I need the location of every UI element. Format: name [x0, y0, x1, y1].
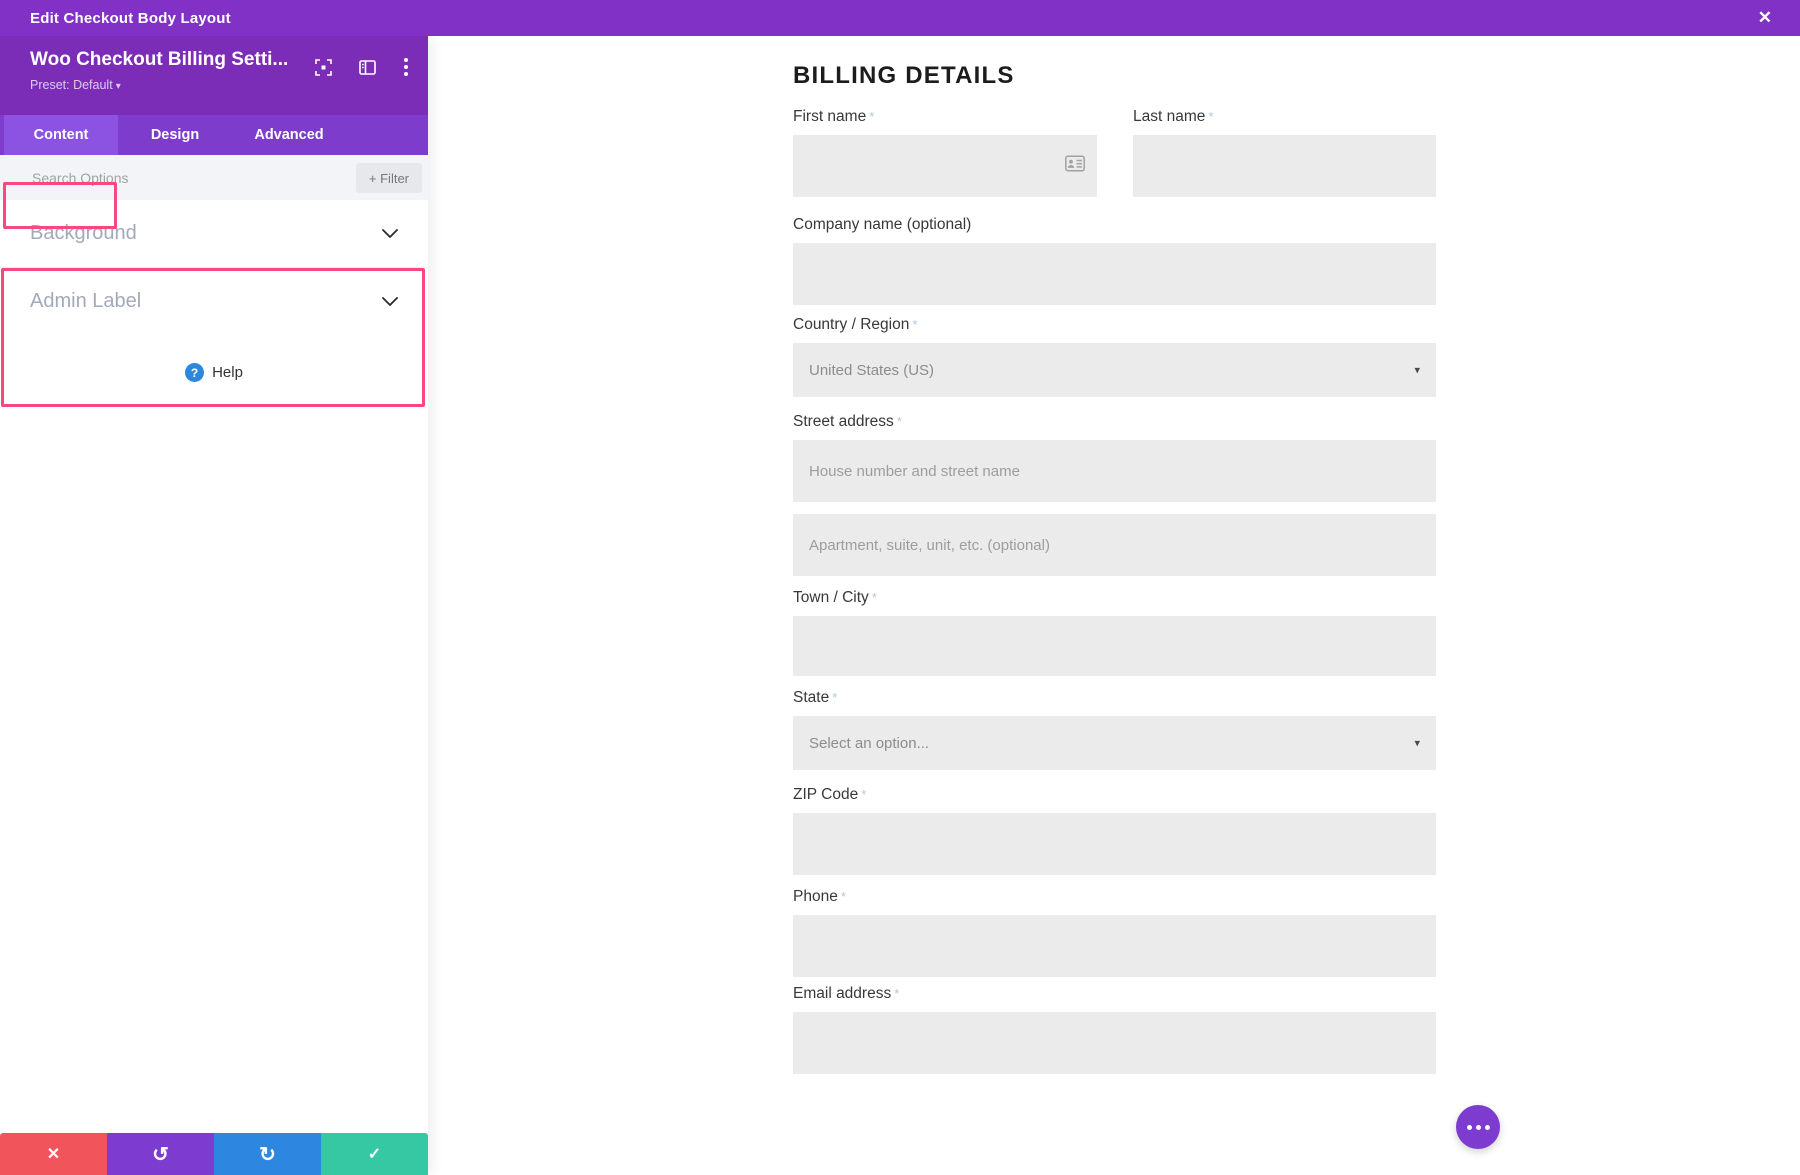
- last-name-label: Last name *: [1133, 108, 1214, 125]
- undo-icon: ↺: [152, 1143, 169, 1166]
- city-label: Town / City *: [793, 589, 877, 606]
- required-mark: *: [912, 317, 918, 332]
- check-icon: ✓: [367, 1146, 382, 1163]
- redo-button[interactable]: ↻: [214, 1133, 321, 1175]
- section-admin-label[interactable]: Admin Label: [0, 267, 428, 334]
- city-field: Town / City *: [793, 589, 1436, 676]
- required-mark: *: [832, 690, 838, 705]
- country-select[interactable]: United States (US) ▾: [793, 343, 1436, 397]
- phone-input[interactable]: [793, 915, 1436, 977]
- email-field: Email address *: [793, 985, 1436, 1074]
- help-icon: ?: [185, 363, 205, 382]
- first-name-label: First name *: [793, 108, 875, 125]
- modal-header: Edit Checkout Body Layout ✕: [0, 0, 1800, 36]
- required-mark: *: [840, 889, 846, 904]
- more-options-button[interactable]: [1456, 1105, 1500, 1149]
- zip-input[interactable]: [793, 813, 1436, 875]
- help-button[interactable]: ? Help: [185, 363, 243, 382]
- search-row: + Filter: [0, 155, 428, 200]
- state-field: State * Select an option... ▾: [793, 689, 1436, 770]
- expand-module-icon[interactable]: [314, 58, 332, 76]
- required-mark: *: [894, 986, 900, 1001]
- state-select[interactable]: Select an option... ▾: [793, 716, 1436, 770]
- chevron-down-icon: [382, 229, 398, 238]
- tab-advanced[interactable]: Advanced: [232, 115, 346, 155]
- company-field: Company name (optional): [793, 216, 1436, 305]
- phone-field: Phone *: [793, 888, 1436, 977]
- help-label: Help: [212, 364, 243, 381]
- settings-panel: Woo Checkout Billing Setti... Preset: De…: [0, 36, 428, 1175]
- street-field: Street address *: [793, 413, 1436, 576]
- country-select-value: United States (US): [809, 361, 935, 379]
- country-field: Country / Region * United States (US) ▾: [793, 316, 1436, 397]
- required-mark: *: [1208, 109, 1214, 124]
- help-row: ? Help: [0, 363, 428, 382]
- ellipsis-icon: [1466, 1124, 1472, 1130]
- redo-icon: ↻: [259, 1143, 276, 1166]
- street-address-2-input[interactable]: [793, 514, 1436, 576]
- section-background[interactable]: Background: [0, 200, 428, 267]
- close-icon[interactable]: ✕: [1752, 0, 1778, 36]
- company-label: Company name (optional): [793, 216, 972, 233]
- phone-label: Phone *: [793, 888, 846, 905]
- chevron-down-icon: ▾: [115, 81, 121, 92]
- tab-content[interactable]: Content: [4, 115, 118, 155]
- city-input[interactable]: [793, 616, 1436, 676]
- name-row: First name * Last name *: [793, 108, 1436, 197]
- company-input[interactable]: [793, 243, 1436, 305]
- module-settings-header: Woo Checkout Billing Setti... Preset: De…: [0, 36, 428, 115]
- email-label: Email address *: [793, 985, 900, 1002]
- divi-builder-screen: Edit Checkout Body Layout ✕ Woo Checkout…: [0, 0, 1800, 1175]
- section-admin-label-label: Admin Label: [30, 289, 142, 312]
- save-button[interactable]: ✓: [321, 1133, 428, 1175]
- modal-title: Edit Checkout Body Layout: [30, 9, 231, 27]
- tab-design[interactable]: Design: [118, 115, 232, 155]
- last-name-input[interactable]: [1133, 135, 1436, 197]
- panel-footer: ✕ ↺ ↻ ✓: [0, 1133, 428, 1175]
- required-mark: *: [861, 787, 867, 802]
- preset-dropdown[interactable]: Preset: Default ▾: [30, 78, 121, 92]
- x-icon: ✕: [46, 1146, 61, 1163]
- undo-button[interactable]: ↺: [107, 1133, 214, 1175]
- select-caret-icon: ▾: [1414, 737, 1420, 750]
- zip-field: ZIP Code *: [793, 786, 1436, 875]
- panel-layout-icon[interactable]: [358, 58, 376, 76]
- email-input[interactable]: [793, 1012, 1436, 1074]
- street-address-input[interactable]: [793, 440, 1436, 502]
- select-caret-icon: ▾: [1414, 364, 1420, 377]
- required-mark: *: [871, 590, 877, 605]
- state-select-value: Select an option...: [809, 734, 930, 752]
- section-background-label: Background: [30, 222, 137, 244]
- required-mark: *: [869, 109, 875, 124]
- state-label: State *: [793, 689, 838, 706]
- required-mark: *: [896, 414, 902, 429]
- country-label: Country / Region *: [793, 316, 918, 333]
- autofill-contact-icon[interactable]: [1065, 155, 1085, 177]
- options-accordion: Background Admin Label: [0, 200, 428, 334]
- street-label: Street address *: [793, 413, 902, 430]
- discard-button[interactable]: ✕: [0, 1133, 107, 1175]
- checkout-preview: BILLING DETAILS First name* Last name*: [428, 36, 1800, 1175]
- billing-details-title: BILLING DETAILS: [793, 62, 1015, 89]
- kebab-menu-icon[interactable]: [402, 56, 410, 78]
- chevron-down-icon: [382, 296, 398, 306]
- module-title: Woo Checkout Billing Setti...: [30, 49, 289, 70]
- zip-label: ZIP Code *: [793, 786, 867, 803]
- first-name-input[interactable]: [793, 135, 1097, 197]
- filter-button[interactable]: + Filter: [355, 163, 422, 193]
- settings-tabbar: Content Design Advanced: [0, 115, 428, 155]
